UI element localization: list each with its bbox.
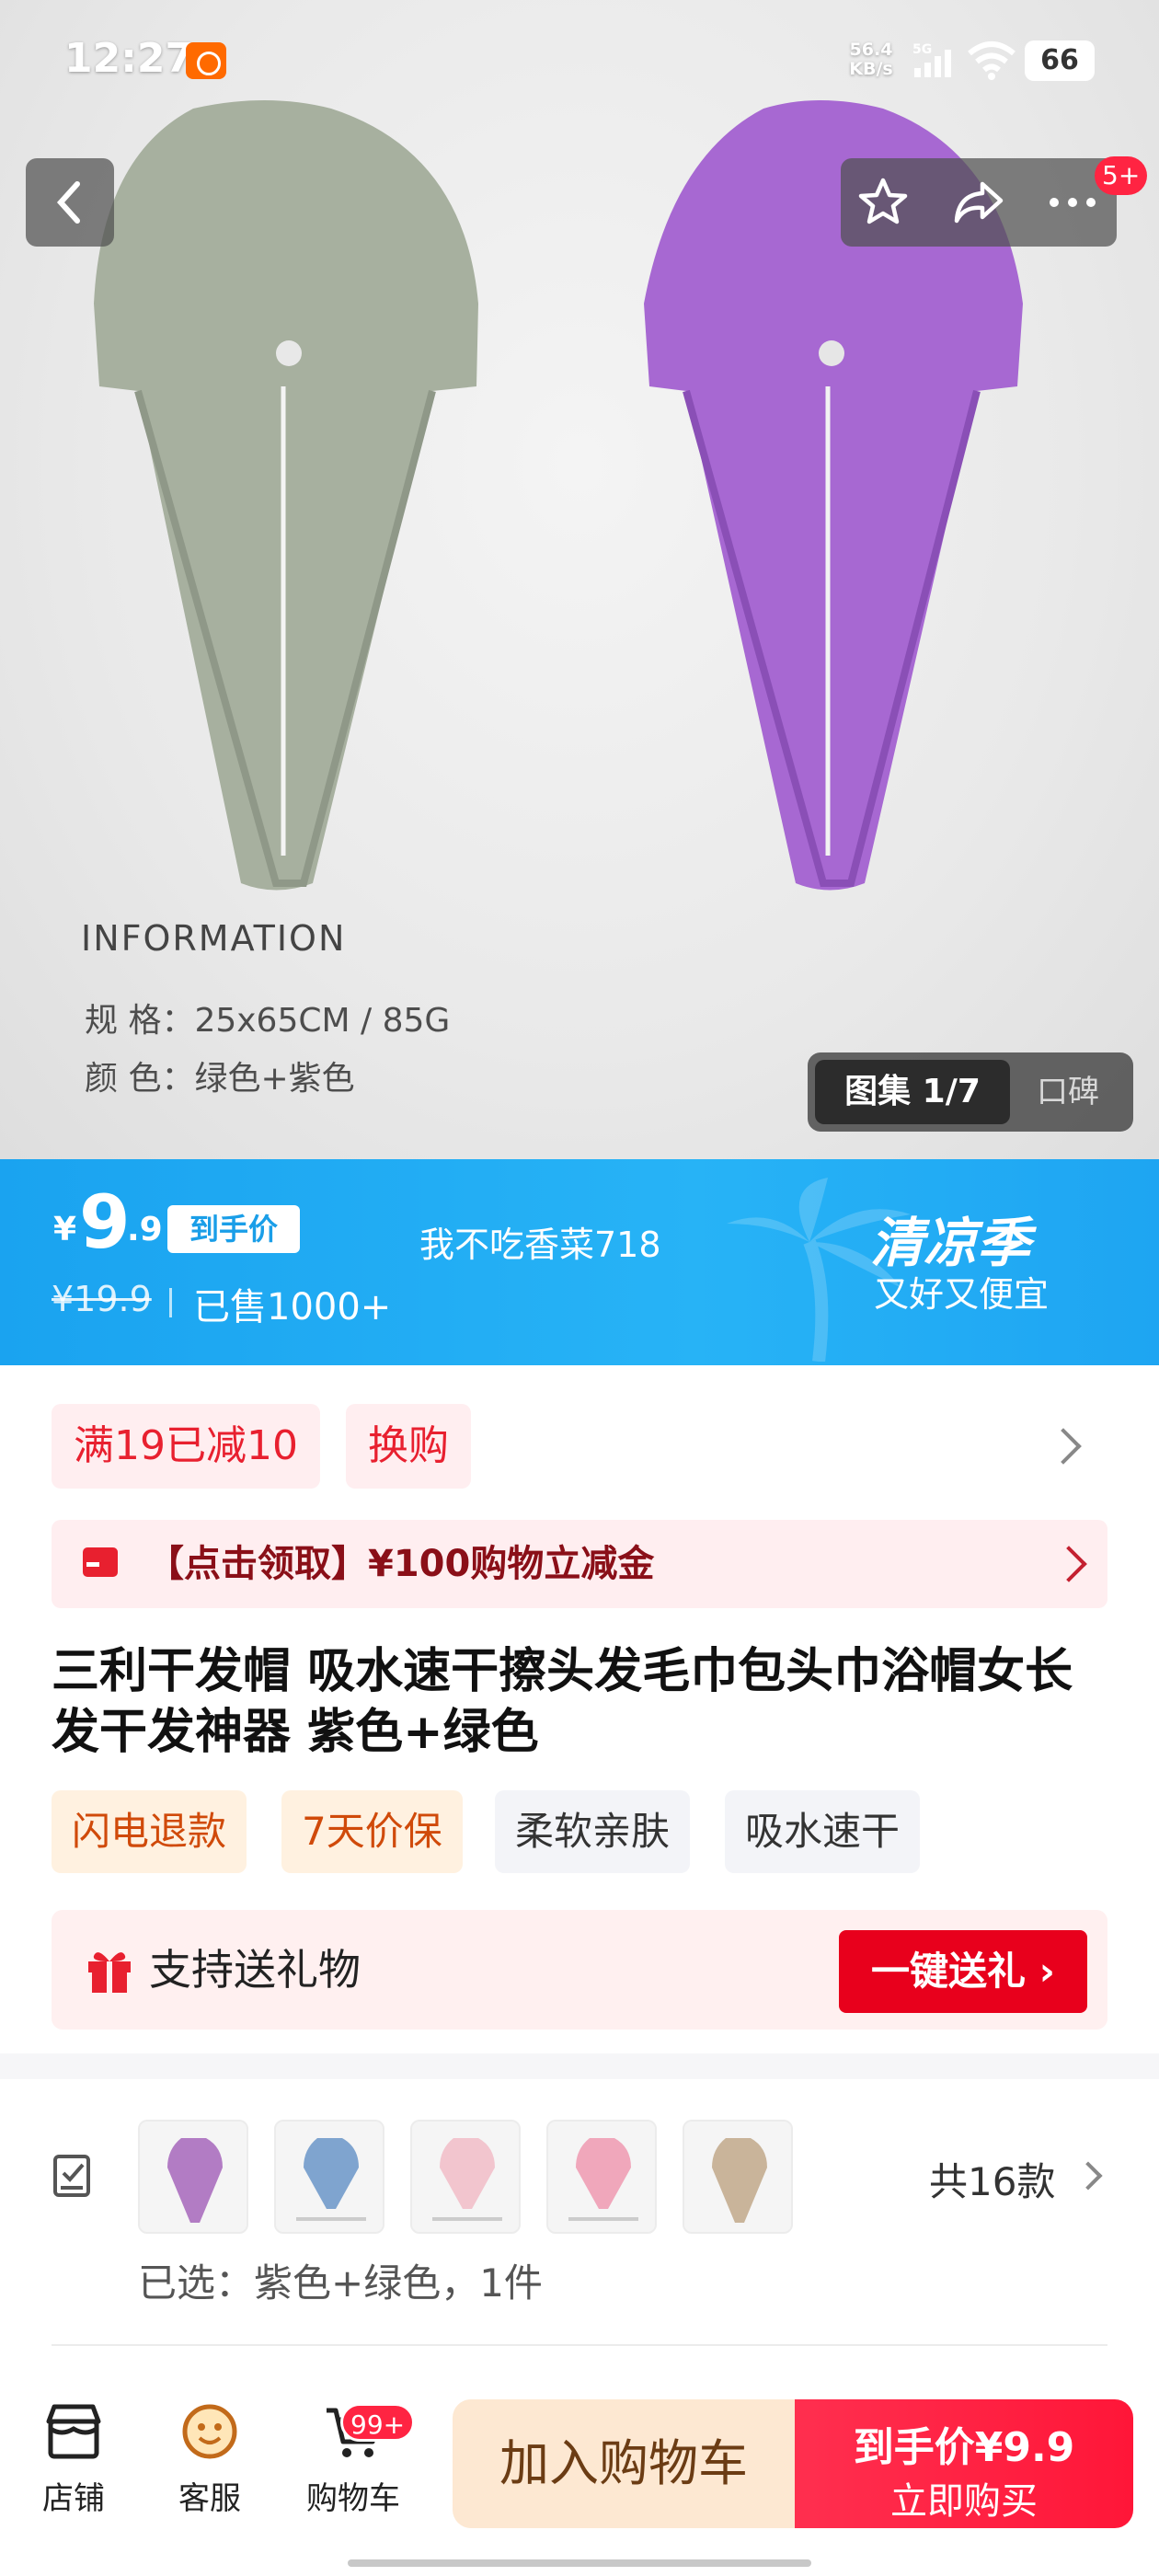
home-indicator[interactable] [348, 2559, 811, 2567]
product-title: 三利干发帽 吸水速干擦头发毛巾包头巾浴帽女长发干发神器 紫色+绿色 [52, 1644, 1073, 1760]
gift-label: 支持送礼物 [149, 1945, 361, 1995]
season-promo-subtitle: 又好又便宜 [874, 1274, 1050, 1315]
sku-thumb-2[interactable] [274, 2120, 384, 2234]
promo-chevron-icon[interactable] [1045, 1428, 1082, 1465]
cart-label: 购物车 [306, 2480, 400, 2517]
back-button[interactable] [26, 158, 114, 247]
sku-divider [52, 2344, 1107, 2346]
send-gift-button[interactable]: 一键送礼 › [839, 1930, 1087, 2013]
sku-thumb-image [296, 2138, 366, 2221]
status-bar: 12:27 56.4 KB/s 5G 66 [0, 0, 1159, 120]
sku-thumb-4[interactable] [546, 2120, 657, 2234]
share-icon[interactable] [951, 175, 1006, 230]
sku-count[interactable]: 共16款 [929, 2151, 1055, 2207]
sku-select-icon [53, 2155, 90, 2197]
original-price: ¥19.9 [52, 1279, 152, 1319]
product-image-gallery[interactable]: 12:27 56.4 KB/s 5G 66 5+ INFORMATION 规 格… [0, 0, 1159, 1159]
message-badge: 5+ [1095, 156, 1148, 195]
shop-name[interactable]: 我不吃香菜718 [419, 1216, 661, 1267]
service-chip-price-protect[interactable]: 7天价保 [281, 1790, 463, 1873]
sku-thumb-image [167, 2138, 223, 2223]
service-chip-refund[interactable]: 闪电退款 [52, 1790, 247, 1873]
price-separator [169, 1288, 172, 1317]
price-currency: ¥ [53, 1211, 77, 1248]
star-icon[interactable] [855, 175, 911, 230]
store-icon [46, 2404, 101, 2459]
tab-reviews[interactable]: 口碑 [1010, 1060, 1126, 1124]
status-time: 12:27 [64, 35, 194, 82]
buy-now-button[interactable]: 到手价¥9.9 立即购买 [795, 2399, 1133, 2528]
sku-thumb-image [432, 2138, 502, 2221]
coupon-card-icon [83, 1547, 118, 1577]
tab-gallery[interactable]: 图集 1/7 [815, 1060, 1010, 1124]
price-decimal: .9 [127, 1211, 163, 1248]
top-action-group [841, 158, 1117, 247]
battery-indicator: 66 [1025, 40, 1095, 81]
back-icon [56, 181, 80, 224]
gallery-switcher: 图集 1/7 口碑 [808, 1052, 1133, 1132]
section-divider [0, 2053, 1159, 2079]
add-to-cart-button[interactable]: 加入购物车 [453, 2399, 795, 2528]
price-banner: ¥ 9 .9 到手价 我不吃香菜718 ¥19.9 已售1000+ 清凉季 又好… [0, 1159, 1159, 1365]
final-price-tag: 到手价 [167, 1205, 300, 1253]
coupon-bar[interactable]: 【点击领取】¥100购物立减金 [52, 1520, 1107, 1608]
gift-bar: 支持送礼物 一键送礼 › [52, 1910, 1107, 2030]
price-integer: 9 [79, 1179, 131, 1265]
sku-thumb-5[interactable] [683, 2120, 793, 2234]
store-label: 店铺 [42, 2480, 105, 2517]
sku-thumb-1[interactable] [138, 2120, 248, 2234]
service-chip-quick-dry[interactable]: 吸水速干 [725, 1790, 921, 1873]
promo-discount-chip[interactable]: 满19已减10 [52, 1404, 320, 1489]
promo-exchange-chip[interactable]: 换购 [346, 1404, 471, 1489]
cart-badge: 99+ [340, 2403, 416, 2442]
customer-service-button[interactable]: 客服 [155, 2399, 265, 2528]
sku-chevron-icon[interactable] [1073, 2161, 1103, 2191]
sold-count: 已售1000+ [193, 1286, 392, 1328]
spec-line: 规 格：25x65CM / 85G [85, 1002, 451, 1040]
taobao-app-icon [186, 42, 226, 79]
coupon-text: 【点击领取】¥100购物立减金 [147, 1543, 655, 1585]
network-speed: 56.4 KB/s [849, 40, 893, 79]
gift-icon [88, 1952, 131, 1993]
customer-service-icon [182, 2404, 237, 2459]
buy-now-price: 到手价¥9.9 [853, 2424, 1075, 2471]
buy-now-label: 立即购买 [890, 2480, 1038, 2523]
info-title: INFORMATION [81, 918, 347, 959]
service-chip-soft[interactable]: 柔软亲肤 [495, 1790, 691, 1873]
sku-thumb-image [568, 2138, 638, 2221]
customer-service-label: 客服 [178, 2480, 241, 2517]
store-button[interactable]: 店铺 [18, 2399, 129, 2528]
sku-thumb-3[interactable] [410, 2120, 521, 2234]
wifi-icon [968, 41, 1016, 80]
color-line: 颜 色：绿色+紫色 [85, 1060, 355, 1098]
svg-text:5G: 5G [912, 42, 932, 57]
coupon-chevron-icon [1050, 1546, 1087, 1582]
sku-selected-text[interactable]: 已选：紫色+绿色，1件 [138, 2252, 543, 2308]
more-icon[interactable] [1045, 175, 1100, 230]
signal-icon: 5G [912, 42, 951, 77]
sku-thumb-image [712, 2138, 767, 2223]
